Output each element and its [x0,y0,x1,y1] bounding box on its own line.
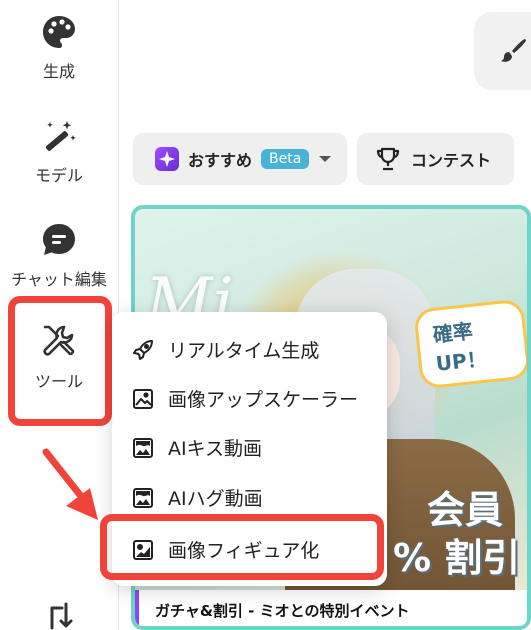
menu-item-label: AIハグ動画 [168,488,263,510]
brush-button[interactable] [474,12,531,90]
tab-contest[interactable]: コンテスト [357,133,514,185]
chat-bubble-icon [43,224,75,255]
banner-caption: ガチャ&割引 - ミオとの特別イベント [135,590,527,626]
tab-contest-label: コンテスト [411,151,492,170]
menu-item-label: 画像アップスケーラー [168,389,359,411]
figure-item-highlight-box [100,514,384,580]
tab-recommend[interactable]: おすすめ Beta [133,133,347,185]
sidebar-item-label: 生成 [42,62,75,81]
sparkle-icon [155,147,179,171]
menu-item-label: AIキス動画 [168,438,263,460]
menu-item-label: リアルタイム生成 [168,340,320,362]
menu-item-image-upscaler[interactable]: 画像アップスケーラー [132,385,358,412]
tools-highlight-box [8,296,112,426]
beta-badge: Beta [261,149,310,169]
sidebar-item-sort[interactable] [0,600,118,630]
chevron-down-icon [319,156,332,162]
menu-item-ai-hug-video[interactable]: AIハグ動画 [132,484,263,511]
sidebar-item-chat-edit[interactable]: チャット編集 [0,222,118,290]
sort-arrow-icon [50,602,73,630]
sidebar-item-generate[interactable]: 生成 [0,14,118,82]
banner-member-text: 会員 [427,488,504,532]
menu-item-ai-kiss-video[interactable]: AIキス動画 [132,434,262,461]
banner-discount-text: % 割引 [393,536,521,580]
sidebar-item-model[interactable]: モデル [0,118,118,186]
sidebar-item-label: チャット編集 [11,270,107,289]
image-icon [133,388,153,409]
tab-recommend-label: おすすめ [188,151,253,170]
menu-item-realtime-generate[interactable]: リアルタイム生成 [132,336,319,363]
banner-speech-bubble: 確率 UP！ [413,298,527,390]
sidebar-item-label: モデル [34,166,83,185]
trophy-icon [376,147,400,171]
palette-icon [43,16,75,48]
hug-video-icon [133,487,153,508]
rocket-icon [133,339,153,360]
kiss-video-icon [133,437,153,458]
brush-icon [501,39,526,62]
magic-wand-icon [45,121,76,151]
